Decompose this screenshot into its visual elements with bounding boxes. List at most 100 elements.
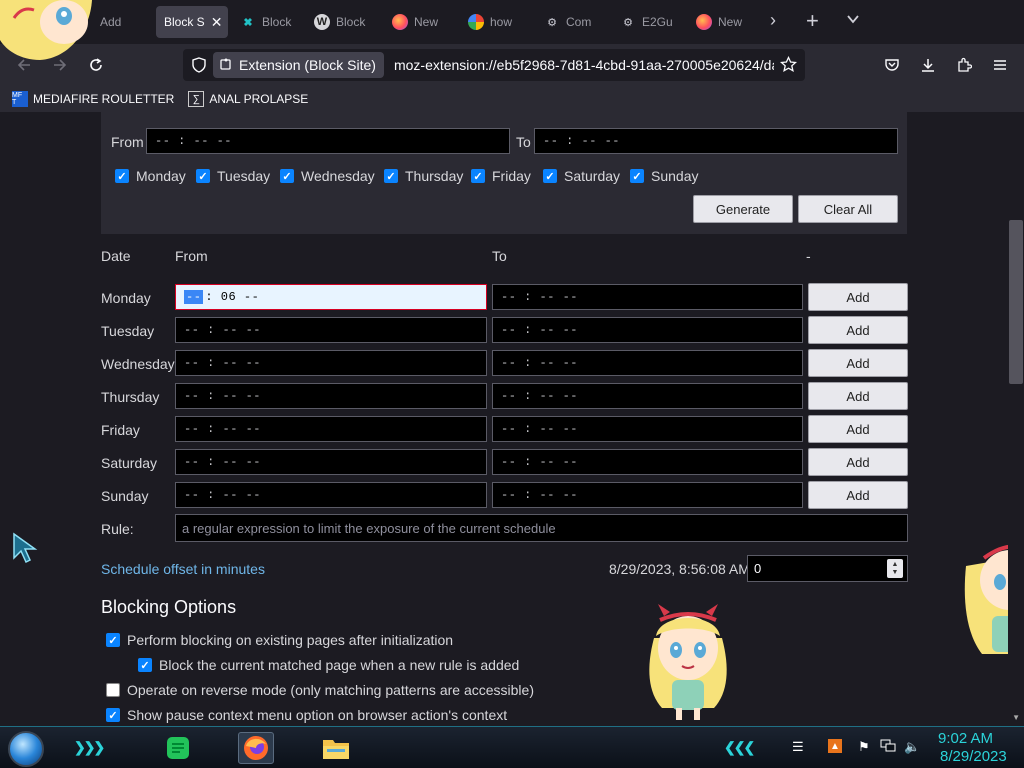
- from-time-input-monday[interactable]: -- : 06 --: [175, 284, 487, 310]
- bookmark-anal-prolapse[interactable]: ∑ ANAL PROLAPSE: [188, 91, 308, 107]
- from-time-input-wednesday[interactable]: -- : -- --: [175, 350, 487, 376]
- tab-com[interactable]: ⚙ Com: [536, 6, 602, 38]
- tab-e2gu[interactable]: ⚙ E2Gu: [612, 6, 678, 38]
- network-icon[interactable]: [880, 739, 896, 756]
- scrollbar-thumb[interactable]: [1009, 220, 1023, 384]
- clear-all-button[interactable]: Clear All: [798, 195, 898, 223]
- folder-icon: [323, 740, 349, 759]
- shield-icon[interactable]: [191, 57, 207, 76]
- checkbox-checked-icon: ✓: [630, 169, 644, 183]
- to-time-input-monday[interactable]: -- : -- --: [492, 284, 803, 310]
- option-pause-context-menu[interactable]: ✓ Show pause context menu option on brow…: [106, 707, 507, 723]
- add-button-wednesday[interactable]: Add: [808, 349, 908, 377]
- firefox-icon: [696, 14, 712, 30]
- mediafire-icon: MF T: [12, 91, 28, 107]
- spin-down-icon[interactable]: ▼: [892, 569, 899, 577]
- address-bar[interactable]: Extension (Block Site) moz-extension://e…: [183, 49, 805, 81]
- tab-new-1[interactable]: New: [384, 6, 454, 38]
- bookmark-star-icon[interactable]: [779, 55, 798, 76]
- offset-datetime: 8/29/2023, 8:56:08 AM: [609, 561, 750, 577]
- tab-new-2[interactable]: New: [688, 6, 754, 38]
- checkbox-checked-icon: ✓: [115, 169, 129, 183]
- scroll-down-arrow-icon[interactable]: ▼: [1012, 713, 1020, 722]
- google-icon: [468, 14, 484, 30]
- add-button-sunday[interactable]: Add: [808, 481, 908, 509]
- taskbar-app-green-notes[interactable]: [160, 732, 196, 764]
- url-text[interactable]: moz-extension://eb5f2968-7d81-4cbd-91aa-…: [394, 57, 774, 73]
- downloads-icon[interactable]: [916, 53, 940, 77]
- scroll-tabs-right-icon[interactable]: ›: [770, 10, 776, 31]
- from-time-input-saturday[interactable]: -- : -- --: [175, 449, 487, 475]
- pocket-icon[interactable]: [880, 53, 904, 77]
- extensions-icon[interactable]: [952, 53, 976, 77]
- tab-block-2[interactable]: ✖ Block: [232, 6, 296, 38]
- day-checkbox-saturday[interactable]: ✓ Saturday: [543, 168, 620, 184]
- to-time-input-tuesday[interactable]: -- : -- --: [492, 317, 803, 343]
- sigma-icon: ∑: [188, 91, 205, 107]
- from-time-input-friday[interactable]: -- : -- --: [175, 416, 487, 442]
- checkbox-checked-icon: ✓: [543, 169, 557, 183]
- tab-block-3[interactable]: W Block: [306, 6, 370, 38]
- volume-icon[interactable]: 🔈: [904, 739, 920, 755]
- tray-app-icon[interactable]: ▲: [828, 739, 842, 753]
- from-time-input-sunday[interactable]: -- : -- --: [175, 482, 487, 508]
- day-checkbox-monday[interactable]: ✓ Monday: [115, 168, 186, 184]
- add-button-monday[interactable]: Add: [808, 283, 908, 311]
- number-spinner[interactable]: ▲ ▼: [887, 559, 903, 578]
- tab-add[interactable]: Add: [92, 6, 152, 38]
- extension-identity-chip[interactable]: Extension (Block Site): [213, 52, 384, 78]
- taskbar-decoration: ❮❮❮: [724, 739, 755, 755]
- page-content: From -- : -- -- To -- : -- -- ✓ Monday ✓ T…: [0, 112, 1024, 726]
- generator-to-time-input[interactable]: -- : -- --: [534, 128, 898, 154]
- taskbar: ❯❯❯ ❮❮❮ ☰ ▲ ⚑ 🔈 9:02 AM 8/29/2023: [0, 726, 1024, 768]
- taskbar-app-firefox[interactable]: [238, 732, 274, 764]
- selected-hour-segment: --: [184, 290, 204, 304]
- schedule-offset-link[interactable]: Schedule offset in minutes: [101, 561, 265, 577]
- new-tab-icon[interactable]: +: [806, 8, 819, 34]
- puzzle-icon: ⚙: [623, 16, 633, 29]
- clock-date[interactable]: 8/29/2023: [940, 748, 1007, 765]
- day-checkbox-sunday[interactable]: ✓ Sunday: [630, 168, 698, 184]
- checkbox-checked-icon: ✓: [106, 633, 120, 647]
- page-scrollbar[interactable]: ▼: [1008, 112, 1024, 726]
- tab-list-chevron-down-icon[interactable]: [846, 10, 860, 31]
- column-header-to: To: [492, 248, 507, 264]
- row-day-label: Saturday: [101, 455, 158, 471]
- taskbar-app-file-explorer[interactable]: [318, 732, 354, 764]
- add-button-friday[interactable]: Add: [808, 415, 908, 443]
- bookmark-mediafire-rouletter[interactable]: MF T MEDIAFIRE ROULETTER: [12, 91, 174, 107]
- show-hidden-icons-icon[interactable]: ☰: [792, 739, 804, 755]
- from-time-input-tuesday[interactable]: -- : -- --: [175, 317, 487, 343]
- option-block-current-matched[interactable]: ✓ Block the current matched page when a …: [138, 657, 519, 673]
- to-time-input-friday[interactable]: -- : -- --: [492, 416, 803, 442]
- day-checkbox-wednesday[interactable]: ✓ Wednesday: [280, 168, 375, 184]
- to-time-input-wednesday[interactable]: -- : -- --: [492, 350, 803, 376]
- add-button-thursday[interactable]: Add: [808, 382, 908, 410]
- to-time-input-saturday[interactable]: -- : -- --: [492, 449, 803, 475]
- day-checkbox-thursday[interactable]: ✓ Thursday: [384, 168, 463, 184]
- generator-to-label: To: [516, 134, 531, 150]
- close-tab-icon[interactable]: ✕: [211, 14, 223, 31]
- generate-button[interactable]: Generate: [693, 195, 793, 223]
- to-time-input-sunday[interactable]: -- : -- --: [492, 482, 803, 508]
- day-checkbox-friday[interactable]: ✓ Friday: [471, 168, 531, 184]
- add-button-tuesday[interactable]: Add: [808, 316, 908, 344]
- menu-hamburger-icon[interactable]: [988, 53, 1012, 77]
- spin-up-icon[interactable]: ▲: [892, 561, 899, 569]
- day-checkbox-tuesday[interactable]: ✓ Tuesday: [196, 168, 270, 184]
- option-perform-blocking-existing[interactable]: ✓ Perform blocking on existing pages aft…: [106, 632, 453, 648]
- rule-regex-input[interactable]: a regular expression to limit the exposu…: [175, 514, 908, 542]
- navigation-toolbar: Extension (Block Site) moz-extension://e…: [0, 44, 1024, 86]
- to-time-input-thursday[interactable]: -- : -- --: [492, 383, 803, 409]
- clock-time[interactable]: 9:02 AM: [938, 730, 993, 747]
- offset-minutes-input[interactable]: 0 ▲ ▼: [747, 555, 908, 582]
- from-time-input-thursday[interactable]: -- : -- --: [175, 383, 487, 409]
- checkbox-checked-icon: ✓: [471, 169, 485, 183]
- tab-block-site-active[interactable]: Block S ✕: [156, 6, 228, 38]
- start-button[interactable]: [8, 731, 44, 767]
- add-button-saturday[interactable]: Add: [808, 448, 908, 476]
- action-center-flag-icon[interactable]: ⚑: [858, 739, 870, 755]
- tab-how[interactable]: how: [460, 6, 524, 38]
- generator-from-time-input[interactable]: -- : -- --: [146, 128, 510, 154]
- option-reverse-mode[interactable]: Operate on reverse mode (only matching p…: [106, 682, 534, 698]
